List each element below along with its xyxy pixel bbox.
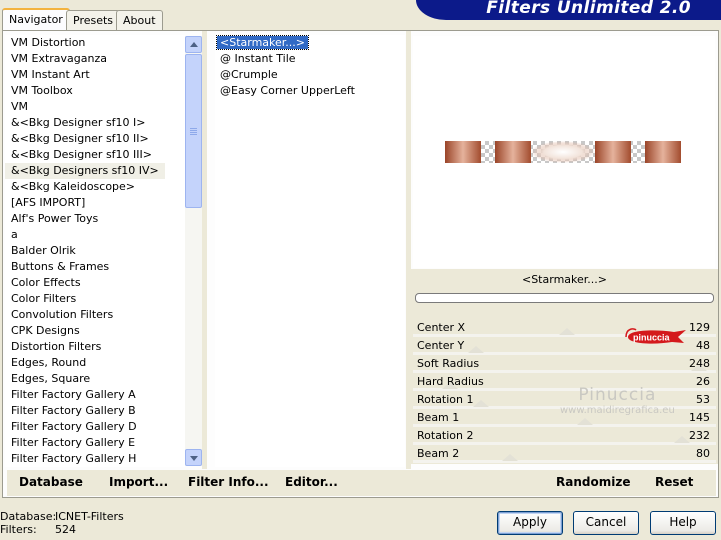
param-row[interactable]: Soft Radius 248 — [413, 355, 716, 373]
param-row[interactable]: Beam 2 80 — [413, 445, 716, 463]
randomize-button[interactable]: Randomize — [556, 475, 630, 489]
param-row[interactable]: Beam 1 145 — [413, 409, 716, 427]
param-name: Beam 2 — [417, 447, 460, 460]
param-value: 248 — [689, 357, 710, 370]
category-item[interactable]: CPK Designs — [5, 323, 185, 339]
param-value: 80 — [696, 447, 710, 460]
category-item[interactable]: Filter Factory Gallery H — [5, 451, 185, 467]
apply-button[interactable]: Apply — [497, 511, 563, 535]
param-name: Center X — [417, 321, 466, 334]
param-name: Soft Radius — [417, 357, 480, 370]
param-name: Rotation 1 — [417, 393, 474, 406]
filters-label: Filters: — [0, 523, 37, 536]
filters-count: 524 — [55, 523, 76, 536]
database-label: Database: — [0, 510, 57, 523]
param-row[interactable]: Hard Radius 26 — [413, 373, 716, 391]
category-item[interactable]: Balder Olrik — [5, 243, 185, 259]
filter-list[interactable]: <Starmaker...> @ Instant Tile @Crumple @Eas… — [215, 35, 405, 467]
category-item[interactable]: Alf's Power Toys — [5, 211, 185, 227]
param-slider-knob[interactable] — [559, 328, 575, 335]
category-item[interactable]: a — [5, 227, 185, 243]
category-item[interactable]: VM Distortion — [5, 35, 185, 51]
preview-pane — [413, 36, 715, 268]
main-panel: VM Distortion VM Extravaganza VM Instant A… — [2, 30, 719, 498]
app-title: Filters Unlimited 2.0 — [486, 0, 691, 18]
tab-navigator[interactable]: Navigator — [2, 8, 70, 30]
category-item[interactable]: VM Instant Art — [5, 67, 185, 83]
param-name: Center Y — [417, 339, 465, 352]
progress-bar — [415, 293, 714, 303]
category-item[interactable]: Edges, Round — [5, 355, 185, 371]
category-item[interactable]: &<Bkg Designer sf10 I> — [5, 115, 185, 131]
param-slider-knob[interactable] — [674, 436, 690, 443]
scroll-up-button[interactable] — [185, 36, 202, 53]
param-name: Beam 1 — [417, 411, 460, 424]
param-name: Rotation 2 — [417, 429, 474, 442]
param-value: 48 — [696, 339, 710, 352]
title-banner: Filters Unlimited 2.0 — [416, 0, 721, 20]
database-value: ICNET-Filters — [55, 510, 124, 523]
param-value: 145 — [689, 411, 710, 424]
param-value: 129 — [689, 321, 710, 334]
cancel-button[interactable]: Cancel — [573, 511, 639, 535]
filter-item[interactable]: @ Instant Tile — [215, 51, 405, 67]
param-value: 26 — [696, 375, 710, 388]
category-item[interactable]: Buttons & Frames — [5, 259, 185, 275]
param-slider-knob[interactable] — [577, 418, 593, 425]
preset-name: <Starmaker...> — [521, 273, 607, 286]
tab-about[interactable]: About — [116, 10, 163, 30]
category-item[interactable]: &<Bkg Kaleidoscope> — [5, 179, 185, 195]
param-row[interactable]: Rotation 2 232 — [413, 427, 716, 445]
category-item[interactable]: &<Bkg Designers sf10 IV> — [5, 163, 165, 179]
category-item[interactable]: Color Effects — [5, 275, 185, 291]
signature-badge: pinuccia — [625, 328, 686, 344]
scroll-down-button[interactable] — [185, 449, 202, 466]
category-item[interactable]: &<Bkg Designer sf10 II> — [5, 131, 185, 147]
filter-item[interactable]: @Crumple — [215, 67, 405, 83]
filter-item[interactable]: <Starmaker...> — [215, 35, 405, 51]
category-item[interactable]: Filter Factory Gallery B — [5, 403, 185, 419]
param-slider-knob[interactable] — [468, 346, 484, 353]
chevron-up-icon — [190, 42, 198, 47]
category-item[interactable]: Filter Factory Gallery E — [5, 435, 185, 451]
database-button[interactable]: Database — [19, 475, 83, 489]
svg-text:pinuccia: pinuccia — [633, 333, 671, 343]
reset-button[interactable]: Reset — [655, 475, 693, 489]
category-item[interactable]: Filter Factory Gallery A — [5, 387, 185, 403]
param-value: 53 — [696, 393, 710, 406]
tab-presets[interactable]: Presets — [66, 10, 121, 30]
parameter-panel: <Starmaker...> Center X 129 Center Y 48 Soft… — [411, 269, 718, 464]
param-name: Hard Radius — [417, 375, 484, 388]
param-row[interactable]: Rotation 1 53 — [413, 391, 716, 409]
filter-info-button[interactable]: Filter Info... — [188, 475, 269, 489]
editor-button[interactable]: Editor... — [285, 475, 338, 489]
category-item[interactable]: VM Extravaganza — [5, 51, 185, 67]
splitter[interactable] — [202, 31, 207, 469]
chevron-down-icon — [190, 456, 198, 461]
status-area: Database:ICNET-Filters Filters: 524 — [0, 510, 124, 536]
category-item[interactable]: &<Bkg Designer sf10 III> — [5, 147, 185, 163]
category-scrollbar[interactable] — [185, 36, 202, 466]
scroll-thumb[interactable] — [185, 54, 202, 208]
category-list[interactable]: VM Distortion VM Extravaganza VM Instant A… — [5, 35, 185, 467]
category-item[interactable]: Edges, Square — [5, 371, 185, 387]
import-button[interactable]: Import... — [109, 475, 168, 489]
category-item[interactable]: [AFS IMPORT] — [5, 195, 185, 211]
category-item[interactable]: Distortion Filters — [5, 339, 185, 355]
category-item[interactable]: VM Toolbox — [5, 83, 185, 99]
param-value: 232 — [689, 429, 710, 442]
category-item[interactable]: VM — [5, 99, 185, 115]
help-button[interactable]: Help — [650, 511, 716, 535]
preview-image — [445, 141, 681, 163]
param-slider-track[interactable] — [413, 460, 716, 463]
param-slider-knob[interactable] — [473, 400, 489, 407]
category-item[interactable]: Convolution Filters — [5, 307, 185, 323]
bottom-toolbar: Database Import... Filter Info... Editor… — [7, 470, 716, 496]
param-slider-knob[interactable] — [502, 454, 518, 461]
category-item[interactable]: Filter Factory Gallery D — [5, 419, 185, 435]
category-item[interactable]: Color Filters — [5, 291, 185, 307]
filter-item[interactable]: @Easy Corner UpperLeft — [215, 83, 405, 99]
